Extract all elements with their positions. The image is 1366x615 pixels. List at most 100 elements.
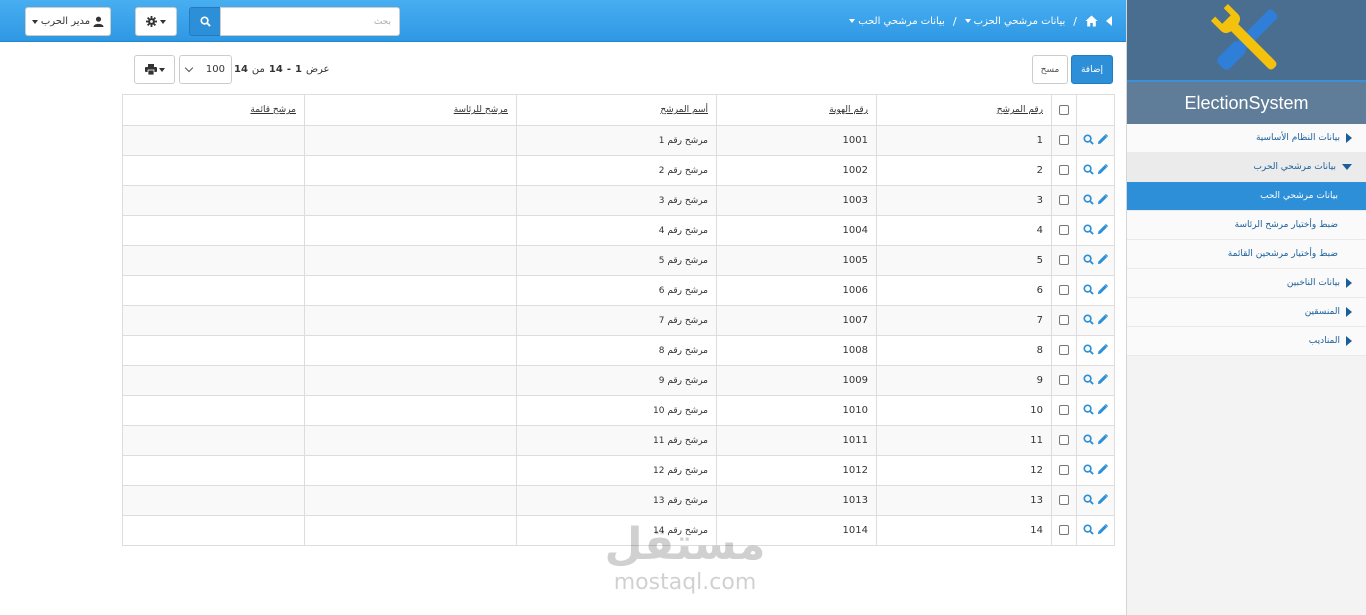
table-row[interactable]: 7 1007 مرشح رقم 7	[122, 305, 1115, 336]
row-checkbox[interactable]	[1059, 315, 1069, 325]
sidebar-item-label: بيانات مرشحي الحرب	[1253, 162, 1336, 172]
cell-list-candidate	[122, 125, 305, 156]
pencil-icon[interactable]	[1097, 523, 1108, 535]
clear-button[interactable]: مسح	[1032, 55, 1068, 84]
sidebar-item-basic-data[interactable]: بيانات النظام الأساسية	[1127, 124, 1366, 153]
caret-down-icon	[31, 19, 38, 24]
pencil-icon[interactable]	[1097, 433, 1108, 445]
breadcrumb-item-current[interactable]: بيانات مرشحي الحب	[849, 16, 945, 27]
magnifier-icon[interactable]	[1083, 463, 1094, 475]
pencil-icon[interactable]	[1097, 373, 1108, 385]
user-menu-button[interactable]: مدير الحرب	[25, 7, 111, 36]
cell-presidential-candidate	[304, 485, 517, 516]
header-presidential-candidate[interactable]: مرشح للرئاسة	[304, 94, 517, 126]
home-icon[interactable]	[1085, 15, 1098, 27]
row-checkbox[interactable]	[1059, 465, 1069, 475]
row-checkbox[interactable]	[1059, 375, 1069, 385]
magnifier-icon[interactable]	[1083, 373, 1094, 385]
pencil-icon[interactable]	[1097, 163, 1108, 175]
pencil-icon[interactable]	[1097, 253, 1108, 265]
page-size-select[interactable]: 100	[179, 55, 232, 84]
row-checkbox[interactable]	[1059, 405, 1069, 415]
pencil-icon[interactable]	[1097, 223, 1108, 235]
row-checkbox[interactable]	[1059, 285, 1069, 295]
table-row[interactable]: 2 1002 مرشح رقم 2	[122, 155, 1115, 186]
search-input[interactable]	[220, 7, 400, 36]
settings-button[interactable]	[135, 7, 177, 36]
cell-national-id: 1004	[716, 215, 877, 246]
header-candidate-name[interactable]: أسم المرشح	[516, 94, 717, 126]
magnifier-icon[interactable]	[1083, 163, 1094, 175]
breadcrumb-label: بيانات مرشحي الحزب	[973, 15, 1066, 27]
magnifier-icon[interactable]	[1083, 343, 1094, 355]
sidebar-item-list-setup[interactable]: ضبط وأختيار مرشحين القائمة	[1127, 240, 1366, 269]
header-national-id[interactable]: رقم الهوية	[716, 94, 877, 126]
pencil-icon[interactable]	[1097, 283, 1108, 295]
cell-candidate-no: 12	[876, 455, 1052, 486]
row-checkbox[interactable]	[1059, 255, 1069, 265]
magnifier-icon[interactable]	[1083, 253, 1094, 265]
cell-candidate-name: مرشح رقم 9	[516, 365, 717, 396]
cell-candidate-no: 10	[876, 395, 1052, 426]
cell-candidate-no: 1	[876, 125, 1052, 156]
row-checkbox[interactable]	[1059, 345, 1069, 355]
row-select-cell	[1051, 515, 1077, 546]
cell-list-candidate	[122, 365, 305, 396]
sidebar-item-candidate-data[interactable]: بيانات مرشحي الحب	[1127, 182, 1366, 211]
caret-down-icon	[1342, 164, 1352, 170]
search-button[interactable]	[189, 7, 221, 36]
sidebar-item-party-candidates[interactable]: بيانات مرشحي الحرب	[1127, 153, 1366, 182]
table-row[interactable]: 9 1009 مرشح رقم 9	[122, 365, 1115, 396]
magnifier-icon[interactable]	[1083, 433, 1094, 445]
magnifier-icon[interactable]	[1083, 403, 1094, 415]
cell-candidate-name: مرشح رقم 12	[516, 455, 717, 486]
print-button[interactable]	[134, 55, 175, 84]
row-checkbox[interactable]	[1059, 495, 1069, 505]
row-actions	[1076, 125, 1115, 156]
table-row[interactable]: 5 1005 مرشح رقم 5	[122, 245, 1115, 276]
table-row[interactable]: 11 1011 مرشح رقم 11	[122, 425, 1115, 456]
table-row[interactable]: 10 1010 مرشح رقم 10	[122, 395, 1115, 426]
table-body: 1 1001 مرشح رقم 1 2 1002 مرشح رقم 2 3 1003 مرشح …	[122, 125, 1115, 546]
select-all-checkbox[interactable]	[1059, 104, 1069, 115]
magnifier-icon[interactable]	[1083, 193, 1094, 205]
table-row[interactable]: 1 1001 مرشح رقم 1	[122, 125, 1115, 156]
pencil-icon[interactable]	[1097, 313, 1108, 325]
table-row[interactable]: 12 1012 مرشح رقم 12	[122, 455, 1115, 486]
add-button[interactable]: إضافة	[1071, 55, 1113, 84]
sidebar-item-presidential-setup[interactable]: ضبط وأختيار مرشح الرئاسة	[1127, 211, 1366, 240]
sidebar-item-delegates[interactable]: المناديب	[1127, 327, 1366, 356]
row-checkbox[interactable]	[1059, 225, 1069, 235]
row-checkbox[interactable]	[1059, 165, 1069, 175]
magnifier-icon[interactable]	[1083, 133, 1094, 145]
header-candidate-no[interactable]: رقم المرشح	[876, 94, 1052, 126]
header-list-candidate[interactable]: مرشح قائمة	[122, 94, 305, 126]
table-row[interactable]: 3 1003 مرشح رقم 3	[122, 185, 1115, 216]
table-row[interactable]: 8 1008 مرشح رقم 8	[122, 335, 1115, 366]
actions-header	[1076, 94, 1115, 126]
magnifier-icon[interactable]	[1083, 223, 1094, 235]
breadcrumb-item-party-candidates[interactable]: بيانات مرشحي الحزب	[964, 15, 1066, 27]
row-checkbox[interactable]	[1059, 195, 1069, 205]
sidebar-toggle-icon[interactable]	[1106, 16, 1112, 26]
table-row[interactable]: 13 1013 مرشح رقم 13	[122, 485, 1115, 516]
magnifier-icon[interactable]	[1083, 493, 1094, 505]
pencil-icon[interactable]	[1097, 493, 1108, 505]
pencil-icon[interactable]	[1097, 463, 1108, 475]
magnifier-icon[interactable]	[1083, 523, 1094, 535]
table-row[interactable]: 6 1006 مرشح رقم 6	[122, 275, 1115, 306]
cell-presidential-candidate	[304, 365, 517, 396]
magnifier-icon[interactable]	[1083, 313, 1094, 325]
row-checkbox[interactable]	[1059, 435, 1069, 445]
table-row[interactable]: 4 1004 مرشح رقم 4	[122, 215, 1115, 246]
row-checkbox[interactable]	[1059, 525, 1069, 535]
pencil-icon[interactable]	[1097, 133, 1108, 145]
pencil-icon[interactable]	[1097, 403, 1108, 415]
magnifier-icon[interactable]	[1083, 283, 1094, 295]
row-checkbox[interactable]	[1059, 135, 1069, 145]
pencil-icon[interactable]	[1097, 343, 1108, 355]
pencil-icon[interactable]	[1097, 193, 1108, 205]
sidebar-item-coordinators[interactable]: المنسقين	[1127, 298, 1366, 327]
cell-candidate-no: 8	[876, 335, 1052, 366]
sidebar-item-voters[interactable]: بيانات الناخبين	[1127, 269, 1366, 298]
